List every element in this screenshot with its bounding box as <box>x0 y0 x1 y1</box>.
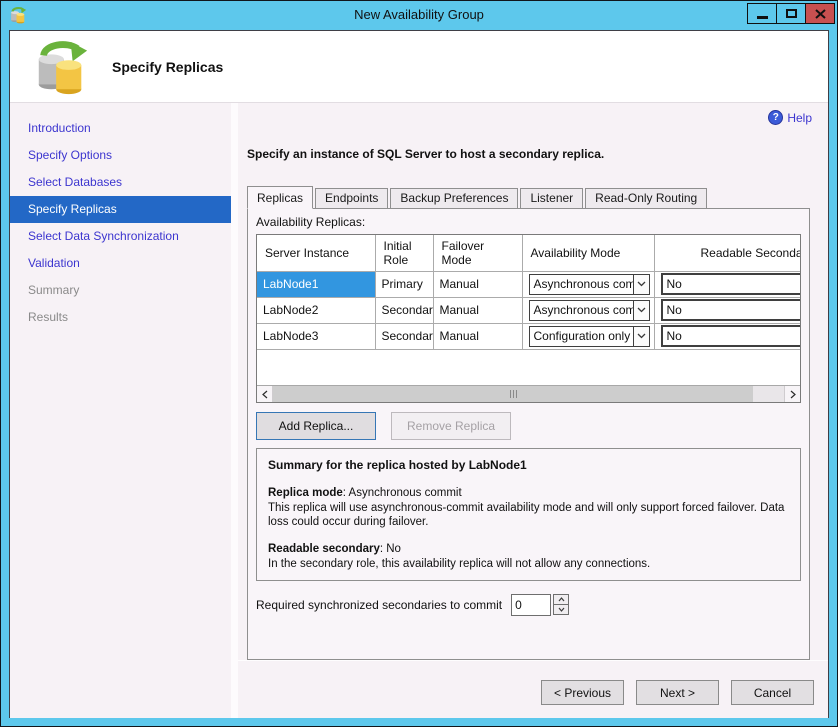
sidebar-item-select-databases[interactable]: Select Databases <box>10 169 231 196</box>
availability-mode-dropdown[interactable]: Configuration only <box>529 326 650 347</box>
new-availability-group-window: New Availability Group Specify Replicas … <box>0 0 838 727</box>
instruction-text: Specify an instance of SQL Server to hos… <box>247 147 828 161</box>
cell-server-instance[interactable]: LabNode1 <box>257 271 375 297</box>
cell-initial-role[interactable]: Secondary <box>375 323 433 349</box>
page-title: Specify Replicas <box>112 59 223 75</box>
replicas-tab-panel: Availability Replicas: Server Instance I… <box>247 208 810 660</box>
wizard-steps-sidebar: Introduction Specify Options Select Data… <box>10 103 238 718</box>
scroll-right-button[interactable] <box>784 386 800 402</box>
availability-mode-dropdown[interactable]: Asynchronous commit <box>529 274 650 295</box>
minimize-button[interactable] <box>747 3 777 24</box>
summary-readable-secondary-description: In the secondary role, this availability… <box>268 557 789 572</box>
add-replica-button[interactable]: Add Replica... <box>256 412 376 440</box>
scrollbar-track[interactable] <box>273 386 784 402</box>
cell-server-instance[interactable]: LabNode2 <box>257 297 375 323</box>
close-icon <box>815 9 826 19</box>
help-icon: ? <box>768 110 783 125</box>
chevron-left-icon <box>262 390 268 399</box>
cell-failover-mode[interactable]: Manual <box>433 271 522 297</box>
column-header-availability-mode: Availability Mode <box>522 235 654 271</box>
required-secondaries-input[interactable] <box>511 594 551 616</box>
replica-row-labnode1: LabNode1 Primary Manual Asynchronous com… <box>257 271 801 297</box>
availability-replicas-label: Availability Replicas: <box>256 215 801 229</box>
chevron-down-icon[interactable] <box>633 327 649 346</box>
availability-mode-dropdown[interactable]: Asynchronous commit <box>529 300 650 321</box>
column-header-readable-secondary: Readable Secondary <box>654 235 801 271</box>
main-pane: ? Help Specify an instance of SQL Server… <box>238 103 828 718</box>
next-button[interactable]: Next > <box>636 680 719 705</box>
tab-read-only-routing[interactable]: Read-Only Routing <box>585 188 707 208</box>
sidebar-item-specify-replicas[interactable]: Specify Replicas <box>10 196 231 223</box>
wizard-footer: < Previous Next > Cancel <box>238 660 828 718</box>
availability-replicas-grid: Server Instance Initial Role Failover Mo… <box>256 234 801 403</box>
window-title: New Availability Group <box>1 7 837 22</box>
column-header-server-instance: Server Instance <box>257 235 375 271</box>
tab-endpoints[interactable]: Endpoints <box>315 188 388 208</box>
scrollbar-thumb[interactable] <box>273 386 753 402</box>
chevron-up-icon <box>558 597 565 602</box>
titlebar: New Availability Group <box>1 1 837 30</box>
remove-replica-button: Remove Replica <box>391 412 511 440</box>
column-header-initial-role: Initial Role <box>375 235 433 271</box>
column-header-failover-mode: Failover Mode <box>433 235 522 271</box>
spin-down-button[interactable] <box>553 604 569 615</box>
summary-replica-mode-description: This replica will use asynchronous-commi… <box>268 501 789 531</box>
wizard-header: Specify Replicas <box>10 31 828 103</box>
sidebar-item-results: Results <box>10 304 231 331</box>
sidebar-item-introduction[interactable]: Introduction <box>10 115 231 142</box>
horizontal-scrollbar <box>257 385 800 402</box>
tab-replicas[interactable]: Replicas <box>247 186 313 209</box>
close-button[interactable] <box>805 3 835 24</box>
replica-summary-box: Summary for the replica hosted by LabNod… <box>256 448 801 581</box>
scroll-left-button[interactable] <box>257 386 273 402</box>
tab-backup-preferences[interactable]: Backup Preferences <box>390 188 518 208</box>
cell-failover-mode[interactable]: Manual <box>433 323 522 349</box>
cell-server-instance[interactable]: LabNode3 <box>257 323 375 349</box>
cell-initial-role[interactable]: Primary <box>375 271 433 297</box>
database-replica-icon <box>32 38 90 96</box>
chevron-down-icon <box>558 607 565 612</box>
window-content: Specify Replicas Introduction Specify Op… <box>9 30 829 718</box>
summary-replica-mode: Replica mode: Asynchronous commit This r… <box>268 486 789 531</box>
readable-secondary-dropdown[interactable]: No <box>661 299 802 321</box>
cancel-button[interactable]: Cancel <box>731 680 814 705</box>
sidebar-item-summary: Summary <box>10 277 231 304</box>
grid-empty-area <box>257 350 800 386</box>
previous-button[interactable]: < Previous <box>541 680 624 705</box>
help-label: Help <box>787 111 812 125</box>
sidebar-item-specify-options[interactable]: Specify Options <box>10 142 231 169</box>
grip-icon <box>510 390 511 398</box>
tab-listener[interactable]: Listener <box>520 188 583 208</box>
maximize-icon <box>786 9 797 18</box>
summary-readable-secondary: Readable secondary: No In the secondary … <box>268 542 789 572</box>
chevron-down-icon[interactable] <box>633 275 649 294</box>
grip-icon <box>516 390 517 398</box>
tab-strip: Replicas Endpoints Backup Preferences Li… <box>247 185 828 208</box>
replica-row-labnode2: LabNode2 Secondary Manual Asynchronous c… <box>257 297 801 323</box>
chevron-right-icon <box>790 390 796 399</box>
grip-icon <box>513 390 514 398</box>
chevron-down-icon[interactable] <box>633 301 649 320</box>
help-link[interactable]: ? Help <box>768 110 812 125</box>
minimize-icon <box>757 16 768 19</box>
required-secondaries-spinner <box>511 594 569 616</box>
maximize-button[interactable] <box>776 3 806 24</box>
cell-initial-role[interactable]: Secondary <box>375 297 433 323</box>
cell-availability-mode: Configuration only <box>522 323 654 349</box>
sidebar-item-select-data-synchronization[interactable]: Select Data Synchronization <box>10 223 231 250</box>
readable-secondary-dropdown[interactable]: No <box>661 325 802 347</box>
cell-readable-secondary: No <box>654 271 801 297</box>
cell-availability-mode: Asynchronous commit <box>522 271 654 297</box>
replica-row-labnode3: LabNode3 Secondary Manual Configuration … <box>257 323 801 349</box>
required-secondaries-label: Required synchronized secondaries to com… <box>256 598 502 612</box>
readable-secondary-dropdown[interactable]: No <box>661 273 802 295</box>
window-controls <box>748 3 835 24</box>
cell-failover-mode[interactable]: Manual <box>433 297 522 323</box>
grid-header-row: Server Instance Initial Role Failover Mo… <box>257 235 801 271</box>
cell-readable-secondary: No <box>654 323 801 349</box>
cell-readable-secondary: No <box>654 297 801 323</box>
sidebar-item-validation[interactable]: Validation <box>10 250 231 277</box>
cell-availability-mode: Asynchronous commit <box>522 297 654 323</box>
summary-title: Summary for the replica hosted by LabNod… <box>268 458 789 474</box>
